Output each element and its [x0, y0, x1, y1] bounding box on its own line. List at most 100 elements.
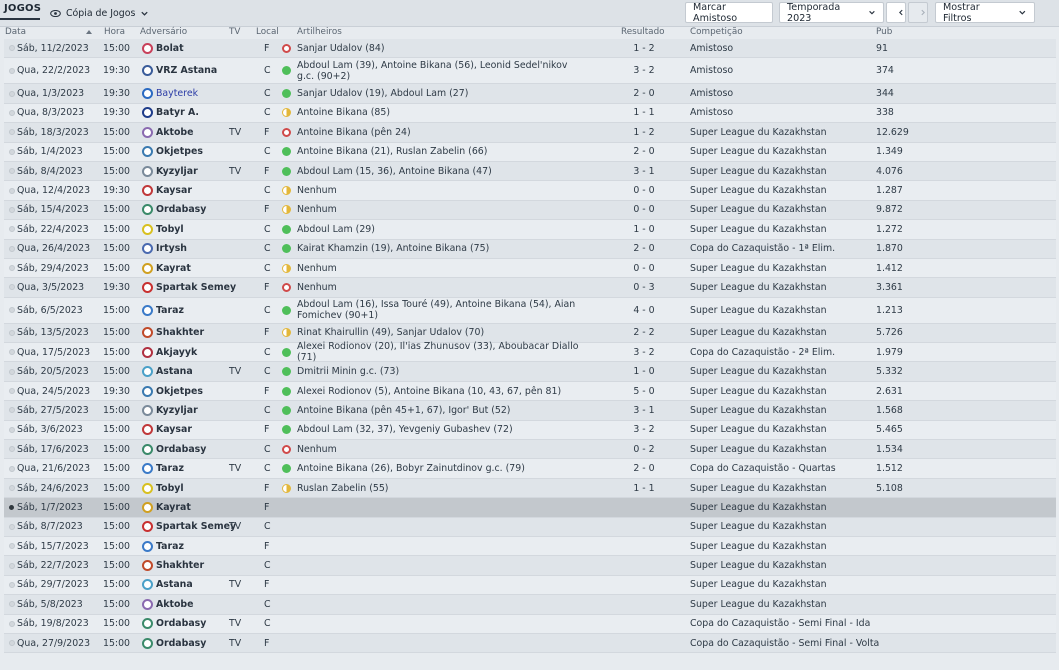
opponent-name[interactable]: Taraz — [156, 459, 184, 477]
opponent-name[interactable]: Tobyl — [156, 220, 184, 238]
competition-name[interactable]: Copa do Cazaquistão - 2ª Elim. — [690, 343, 835, 361]
match-row[interactable]: Qua, 26/4/2023 15:00 Irtysh C Kairat Khamzin… — [4, 239, 1056, 259]
match-row[interactable]: Sáb, 19/8/2023 15:00 Ordabasy TV C Copa do Ca… — [4, 614, 1056, 634]
opponent-name[interactable]: Tobyl — [156, 479, 184, 497]
match-row[interactable]: Qua, 21/6/2023 15:00 Taraz TV C Antoine Bikan… — [4, 459, 1056, 479]
opponent-name[interactable]: Okjetpes — [156, 382, 203, 400]
opponent-name[interactable]: Kaysar — [156, 181, 192, 199]
opponent-name[interactable]: Kyzyljar — [156, 162, 198, 180]
match-result[interactable]: 3 - 1 — [609, 162, 679, 180]
match-result[interactable] — [609, 518, 679, 536]
opponent-name[interactable]: Kayrat — [156, 498, 191, 516]
col-opponent[interactable]: Adversário — [140, 27, 187, 37]
match-row[interactable]: Sáb, 29/7/2023 15:00 Astana TV F Super League… — [4, 575, 1056, 596]
match-result[interactable]: 1 - 2 — [609, 39, 679, 57]
season-dropdown[interactable]: Temporada 2023 — [779, 2, 884, 24]
match-result[interactable]: 4 - 0 — [609, 298, 679, 323]
col-local[interactable]: Local — [256, 27, 279, 37]
competition-name[interactable]: Amistoso — [690, 84, 733, 102]
competition-name[interactable]: Super League du Kazakhstan — [690, 298, 827, 323]
opponent-name[interactable]: VRZ Astana — [156, 58, 217, 83]
opponent-name[interactable]: Ordabasy — [156, 615, 206, 633]
competition-name[interactable]: Super League du Kazakhstan — [690, 278, 827, 296]
match-row[interactable]: Qua, 1/3/2023 19:30 Bayterek C Sanjar Udalov… — [4, 84, 1056, 104]
opponent-name[interactable]: Kaysar — [156, 421, 192, 439]
view-selector[interactable]: Cópia de Jogos — [50, 5, 149, 21]
match-row[interactable]: Qua, 12/4/2023 19:30 Kaysar C Nenhum 0 - 0 Sup… — [4, 181, 1056, 201]
competition-name[interactable]: Super League du Kazakhstan — [690, 201, 827, 219]
opponent-name[interactable]: Spartak Semey — [156, 278, 236, 296]
match-row[interactable]: Sáb, 29/4/2023 15:00 Kayrat C Nenhum 0 - 0 Sup… — [4, 258, 1056, 279]
match-row[interactable]: Qua, 8/3/2023 19:30 Batyr A. C Antoine Bikan… — [4, 103, 1056, 124]
competition-name[interactable]: Copa do Cazaquistão - Semi Final - Volta — [690, 634, 879, 652]
opponent-name[interactable]: Aktobe — [156, 595, 193, 613]
match-result[interactable]: 1 - 1 — [609, 479, 679, 497]
competition-name[interactable]: Super League du Kazakhstan — [690, 479, 827, 497]
competition-name[interactable]: Super League du Kazakhstan — [690, 440, 827, 458]
match-result[interactable] — [609, 556, 679, 574]
opponent-name[interactable]: Taraz — [156, 537, 184, 555]
competition-name[interactable]: Amistoso — [690, 58, 733, 83]
match-row[interactable]: Sáb, 8/7/2023 15:00 Spartak Semey TV C Super … — [4, 517, 1056, 537]
col-attendance[interactable]: Pub — [876, 27, 892, 37]
col-time[interactable]: Hora — [104, 27, 125, 37]
match-result[interactable]: 1 - 0 — [609, 362, 679, 380]
competition-name[interactable]: Super League du Kazakhstan — [690, 324, 827, 342]
match-row[interactable]: Sáb, 1/4/2023 15:00 Okjetpes C Antoine Bikan… — [4, 142, 1056, 162]
match-row[interactable]: Sáb, 22/7/2023 15:00 Shakhter C Super League… — [4, 556, 1056, 576]
match-result[interactable] — [609, 615, 679, 633]
match-result[interactable] — [609, 576, 679, 594]
competition-name[interactable]: Super League du Kazakhstan — [690, 220, 827, 238]
opponent-name[interactable]: Kayrat — [156, 259, 191, 277]
match-result[interactable]: 0 - 3 — [609, 278, 679, 296]
competition-name[interactable]: Super League du Kazakhstan — [690, 537, 827, 555]
match-result[interactable]: 1 - 2 — [609, 123, 679, 141]
opponent-name[interactable]: Akjayyk — [156, 343, 197, 361]
match-row[interactable]: Sáb, 20/5/2023 15:00 Astana TV C Dmitrii Mini… — [4, 362, 1056, 382]
competition-name[interactable]: Copa do Cazaquistão - 1ª Elim. — [690, 240, 835, 258]
opponent-name[interactable]: Shakhter — [156, 324, 204, 342]
competition-name[interactable]: Amistoso — [690, 104, 733, 122]
opponent-name[interactable]: Bolat — [156, 39, 184, 57]
competition-name[interactable]: Amistoso — [690, 39, 733, 57]
match-row[interactable]: Sáb, 24/6/2023 15:00 Tobyl F Ruslan Zabelin … — [4, 478, 1056, 499]
match-row[interactable]: Sáb, 13/5/2023 15:00 Shakhter F Rinat Khairu… — [4, 323, 1056, 344]
next-season-button[interactable] — [908, 2, 928, 23]
match-row[interactable]: Sáb, 5/8/2023 15:00 Aktobe C Super League du… — [4, 595, 1056, 615]
match-row[interactable]: Sáb, 15/7/2023 15:00 Taraz F Super League du… — [4, 536, 1056, 557]
opponent-name[interactable]: Ordabasy — [156, 440, 206, 458]
match-result[interactable]: 1 - 0 — [609, 220, 679, 238]
competition-name[interactable]: Super League du Kazakhstan — [690, 518, 827, 536]
match-result[interactable] — [609, 498, 679, 516]
opponent-name[interactable]: Shakhter — [156, 556, 204, 574]
match-result[interactable]: 0 - 0 — [609, 201, 679, 219]
match-row[interactable]: Sáb, 22/4/2023 15:00 Tobyl C Abdoul Lam (29)… — [4, 220, 1056, 240]
competition-name[interactable]: Super League du Kazakhstan — [690, 162, 827, 180]
match-row[interactable]: Qua, 22/2/2023 19:30 VRZ Astana C Abdoul Lam… — [4, 58, 1056, 85]
match-row[interactable]: Sáb, 11/2/2023 15:00 Bolat F Sanjar Udalov (… — [4, 39, 1056, 59]
show-filters-button[interactable]: Mostrar Filtros — [935, 2, 1035, 24]
match-result[interactable]: 3 - 1 — [609, 401, 679, 419]
competition-name[interactable]: Super League du Kazakhstan — [690, 181, 827, 199]
match-result[interactable]: 2 - 0 — [609, 143, 679, 161]
opponent-name[interactable]: Spartak Semey — [156, 518, 236, 536]
competition-name[interactable]: Super League du Kazakhstan — [690, 143, 827, 161]
match-row[interactable]: Qua, 24/5/2023 19:30 Okjetpes F Alexei Rodio… — [4, 381, 1056, 402]
competition-name[interactable]: Super League du Kazakhstan — [690, 382, 827, 400]
match-result[interactable]: 2 - 0 — [609, 84, 679, 102]
col-result[interactable]: Resultado — [621, 27, 665, 37]
opponent-name[interactable]: Astana — [156, 576, 193, 594]
match-row[interactable]: Qua, 17/5/2023 15:00 Akjayyk C Alexei Rodion… — [4, 341, 1056, 363]
col-tv[interactable]: TV — [229, 27, 240, 37]
match-result[interactable]: 1 - 1 — [609, 104, 679, 122]
match-row[interactable]: Sáb, 15/4/2023 15:00 Ordabasy F Nenhum 0 - 0 S… — [4, 200, 1056, 221]
competition-name[interactable]: Super League du Kazakhstan — [690, 498, 827, 516]
match-result[interactable]: 2 - 2 — [609, 324, 679, 342]
competition-name[interactable]: Super League du Kazakhstan — [690, 556, 827, 574]
opponent-name[interactable]: Ordabasy — [156, 201, 206, 219]
match-result[interactable]: 5 - 0 — [609, 382, 679, 400]
opponent-name[interactable]: Taraz — [156, 298, 184, 323]
opponent-name[interactable]: Bayterek — [156, 84, 198, 102]
opponent-name[interactable]: Ordabasy — [156, 634, 206, 652]
match-result[interactable]: 3 - 2 — [609, 343, 679, 361]
